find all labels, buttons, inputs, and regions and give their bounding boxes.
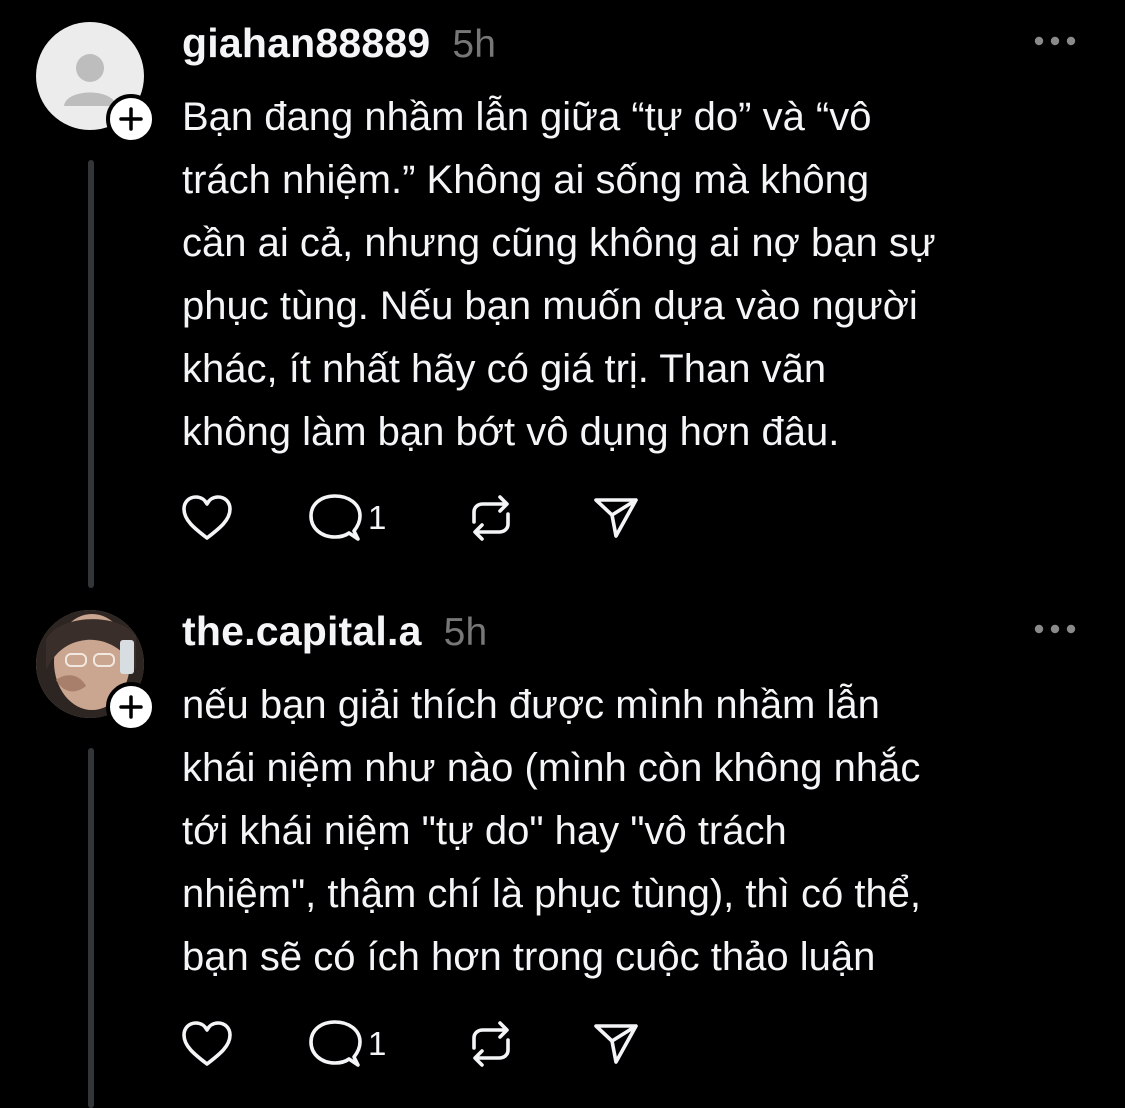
post-body-line: không làm bạn bớt vô dụng hơn đâu.: [182, 410, 840, 454]
heart-icon: [182, 495, 232, 540]
plus-icon: [119, 107, 143, 131]
post-body-line: tới khái niệm "tự do" hay "vô trách: [182, 809, 787, 853]
thread-post: the.capital.a 5h nếu bạn giải thích được …: [0, 588, 1125, 1108]
repost-button[interactable]: [466, 488, 516, 548]
post-author[interactable]: giahan88889 5h: [182, 20, 496, 67]
reply-button[interactable]: 1: [308, 1014, 386, 1074]
share-button[interactable]: [592, 488, 640, 548]
username[interactable]: giahan88889: [182, 20, 430, 66]
like-button[interactable]: [180, 488, 234, 548]
reply-count: 1: [368, 499, 387, 536]
post-body-line: cần ai cả, nhưng cũng không ai nợ bạn sự: [182, 221, 936, 265]
repost-button[interactable]: [466, 1014, 516, 1074]
post-timestamp: 5h: [452, 23, 497, 66]
repost-icon: [472, 495, 510, 541]
post-body-line: phục tùng. Nếu bạn muốn dựa vào người: [182, 284, 918, 328]
post-body-line: khác, ít nhất hãy có giá trị. Than vãn: [182, 347, 827, 391]
post-body-line: bạn sẽ có ích hơn trong cuộc thảo luận: [182, 935, 876, 979]
username[interactable]: the.capital.a: [182, 608, 422, 654]
reply-count: 1: [368, 1025, 387, 1062]
post-body: nếu bạn giải thích được mình nhầm lẫn kh…: [182, 674, 1082, 989]
reply-button[interactable]: 1: [308, 488, 386, 548]
like-button[interactable]: [180, 1014, 234, 1074]
plus-icon: [119, 695, 143, 719]
post-body: Bạn đang nhầm lẫn giữa “tự do” và “vô tr…: [182, 86, 1082, 464]
post-body-line: trách nhiệm.” Không ai sống mà không: [182, 158, 870, 202]
repost-icon: [472, 1021, 510, 1067]
more-dots-icon: [1034, 36, 1076, 46]
post-timestamp: 5h: [443, 611, 488, 654]
heart-icon: [182, 1021, 232, 1066]
send-icon: [594, 498, 638, 538]
comment-icon: [309, 1020, 362, 1067]
post-body-line: khái niệm như nào (mình còn không nhắc: [182, 746, 921, 790]
thread-line: [88, 748, 94, 1108]
follow-button[interactable]: [106, 682, 156, 732]
send-icon: [594, 1024, 638, 1064]
post-body-line: nếu bạn giải thích được mình nhầm lẫn: [182, 683, 880, 727]
post-body-line: Bạn đang nhầm lẫn giữa “tự do” và “vô: [182, 95, 872, 139]
thread-line: [88, 160, 94, 588]
thread-post: giahan88889 5h Bạn đang nhầm lẫn giữa “tự…: [0, 0, 1125, 590]
more-dots-icon: [1034, 624, 1076, 634]
post-author[interactable]: the.capital.a 5h: [182, 608, 487, 655]
more-options-button[interactable]: [1033, 26, 1077, 56]
more-options-button[interactable]: [1033, 614, 1077, 644]
avatar-wrap[interactable]: [36, 22, 156, 144]
comment-icon: [309, 494, 362, 541]
post-body-line: nhiệm", thậm chí là phục tùng), thì có t…: [182, 872, 922, 916]
avatar-wrap[interactable]: [36, 610, 156, 732]
share-button[interactable]: [592, 1014, 640, 1074]
follow-button[interactable]: [106, 94, 156, 144]
